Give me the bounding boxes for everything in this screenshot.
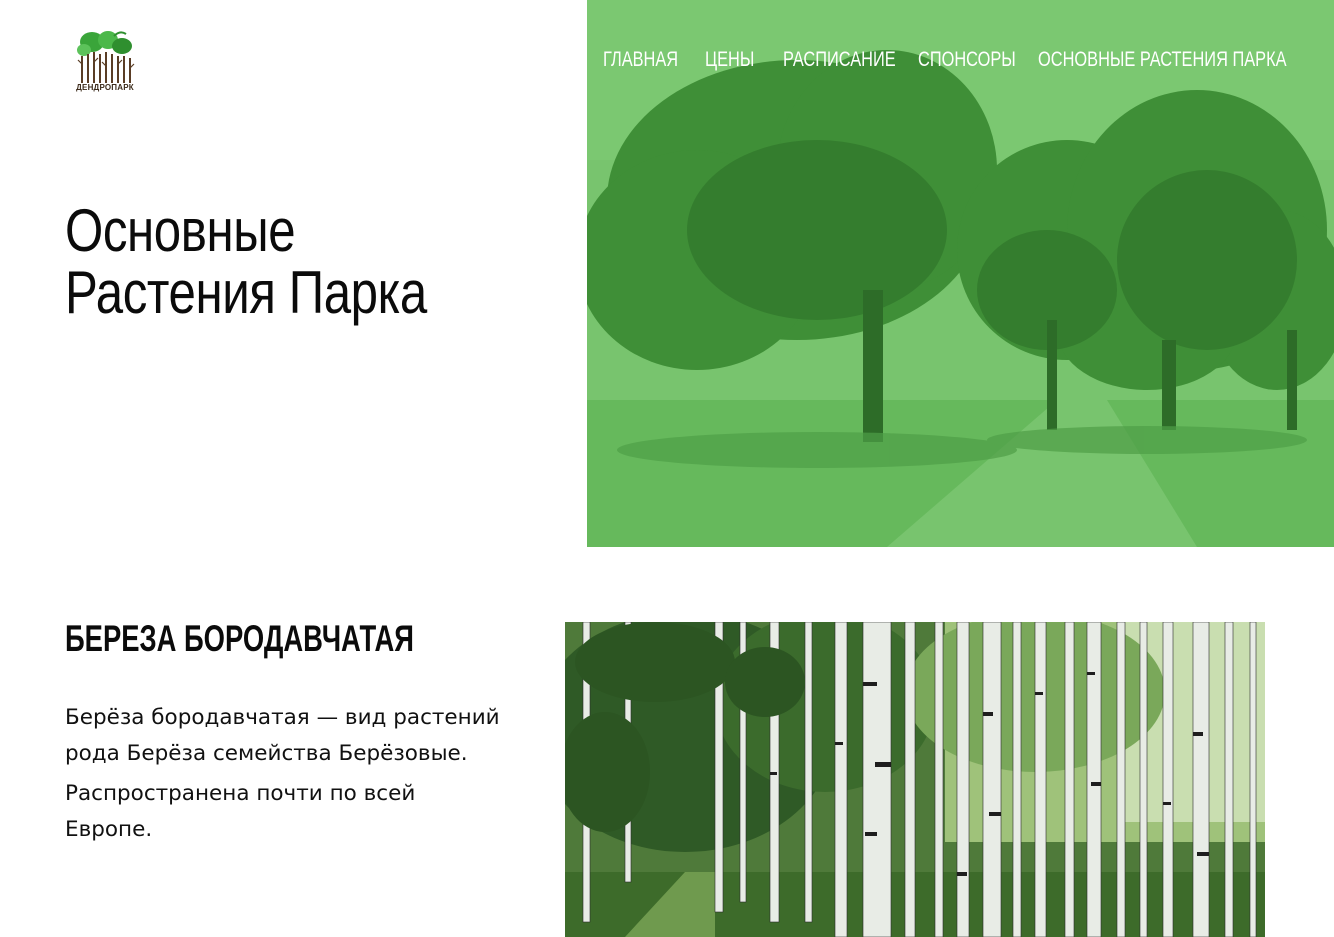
plant-title: БЕРЕЗА БОРОДАВЧАТАЯ (65, 618, 414, 659)
hero-image (587, 0, 1334, 547)
nav-item-prices[interactable]: ЦЕНЫ (705, 48, 754, 72)
nav-item-main-plants[interactable]: ОСНОВНЫЕ РАСТЕНИЯ ПАРКА (1038, 48, 1287, 72)
page-title: Основные Растения Парка (65, 200, 459, 324)
page-title-line-1: Основные (65, 197, 296, 264)
logo-text: ДЕНДРОПАРК (76, 83, 134, 92)
nav-item-home[interactable]: ГЛАВНАЯ (603, 48, 678, 72)
tree-logo-icon (77, 31, 135, 83)
nav-item-schedule[interactable]: РАСПИСАНИЕ (783, 48, 896, 72)
plant-paragraph-2: Распространена почти по всей Европе. (65, 781, 416, 842)
plant-paragraph-1: Берёза бородавчатая — вид растений рода … (65, 705, 500, 766)
nav-item-sponsors[interactable]: СПОНСОРЫ (918, 48, 1016, 72)
birch-image (565, 622, 1265, 937)
plant-description: Берёза бородавчатая — вид растений рода … (65, 700, 505, 852)
page-title-line-2: Растения Парка (65, 259, 427, 326)
site-logo[interactable]: ДЕНДРОПАРК (70, 28, 140, 98)
